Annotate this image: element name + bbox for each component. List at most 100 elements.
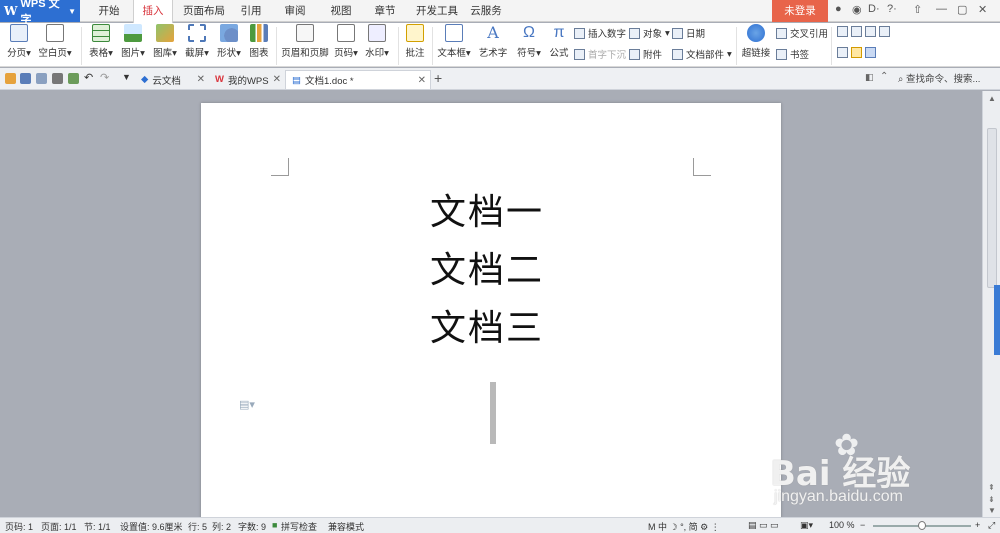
document-icon: ▤ [292, 74, 301, 86]
comment-button[interactable]: 批注 [402, 24, 428, 59]
view-mode-icon[interactable]: ▣▾ [800, 520, 813, 531]
table-button[interactable]: 表格▾ [86, 24, 116, 59]
share-icon[interactable]: D· [868, 3, 880, 15]
blank-page-button[interactable]: 空白页▾ [36, 24, 74, 59]
document-line-1[interactable]: 文档一 [430, 183, 560, 235]
close-tab-icon[interactable]: ✕ [273, 74, 281, 85]
document-page[interactable]: 文档一 文档二 文档三 ▤▾ [201, 103, 781, 523]
document-line-3[interactable]: 文档三 [430, 299, 560, 351]
tab-home[interactable]: 开始 [90, 0, 128, 22]
tab-page-layout[interactable]: 页面布局 [180, 0, 228, 22]
close-tab-icon[interactable]: ✕ [418, 75, 426, 86]
document-line-2[interactable]: 文档二 [430, 241, 560, 293]
eraser-icon [851, 47, 862, 58]
doc-tab-document1[interactable]: ▤ 文档1.doc * ✕ [285, 70, 431, 89]
doc-tab-cloud[interactable]: ◆ 云文档 ✕ [135, 70, 209, 89]
table-icon [92, 24, 110, 42]
object-button[interactable]: 对象 ▾ [629, 26, 670, 40]
shape-icon [220, 24, 238, 42]
cross-reference-icon [776, 27, 787, 39]
command-search-input[interactable]: ⌕ 查找命令、搜索... [898, 71, 980, 85]
status-col[interactable]: 列: 2 [212, 520, 231, 533]
textbox-button[interactable]: 文本框▾ [436, 24, 472, 59]
object-icon [629, 27, 640, 39]
insert-number-button[interactable]: 插入数字 [574, 26, 626, 40]
hyperlink-button[interactable]: 超链接 [740, 24, 772, 59]
status-page[interactable]: 页码: 1 [5, 520, 33, 533]
date-button[interactable]: 日期 [672, 26, 705, 40]
collapse-ribbon-icon[interactable]: ⌃ [880, 71, 888, 82]
tab-chapter[interactable]: 章节 [370, 0, 400, 22]
export-pdf-icon[interactable] [36, 73, 47, 84]
paste-options-icon[interactable]: ▤▾ [239, 398, 255, 411]
fit-icon[interactable]: ⤢ [988, 520, 995, 531]
minimize-icon[interactable]: — [936, 3, 947, 15]
next-page-icon[interactable]: ⇟ [988, 495, 995, 504]
symbol-button[interactable]: Ω 符号▾ [514, 24, 544, 59]
status-words[interactable]: 字数: 9 [238, 520, 266, 533]
status-spellcheck[interactable]: 拼写检查 [281, 520, 317, 533]
settings-icon[interactable]: ◉ [852, 3, 862, 16]
close-tab-icon[interactable]: ✕ [197, 74, 205, 85]
tab-view[interactable]: 视图 [326, 0, 356, 22]
zoom-slider-knob[interactable] [918, 521, 926, 530]
doc-parts-button[interactable]: 文档部件 ▾ [672, 47, 732, 61]
page-break-button[interactable]: 分页▾ [4, 24, 34, 59]
page-number-button[interactable]: 页码▾ [332, 24, 360, 59]
tab-insert[interactable]: 插入 [133, 0, 173, 23]
print-icon[interactable] [52, 73, 63, 84]
notify-icon[interactable]: ◧ [865, 72, 874, 83]
status-position[interactable]: 设置值: 9.6厘米 [120, 520, 183, 533]
open-folder-icon[interactable] [5, 73, 16, 84]
maximize-icon[interactable]: ▢ [957, 3, 967, 16]
login-button[interactable]: 未登录 [772, 0, 828, 22]
scroll-down-icon[interactable]: ▼ [988, 506, 996, 515]
shape-button[interactable]: 形状▾ [214, 24, 244, 59]
new-tab-icon[interactable]: + [434, 70, 442, 86]
scroll-thumb[interactable] [987, 128, 997, 288]
symbol-icon: Ω [523, 24, 535, 41]
undo-icon[interactable]: ↶ [84, 71, 95, 84]
status-compat-mode: 兼容模式 [328, 522, 365, 532]
save-icon[interactable] [20, 73, 31, 84]
tab-cloud[interactable]: 云服务 [466, 0, 506, 22]
status-row[interactable]: 行: 5 [188, 520, 207, 533]
doc-tab-mywps[interactable]: W 我的WPS ✕ [209, 70, 285, 89]
app-menu-button[interactable]: W WPS 文字 ▼ [0, 0, 80, 26]
bookmark-button[interactable]: 书签 [776, 47, 809, 61]
comment-icon [406, 24, 424, 42]
drop-cap-button[interactable]: 首字下沉 [574, 47, 626, 61]
redo-icon[interactable]: ↷ [100, 71, 111, 84]
screenshot-button[interactable]: 截屏▾ [182, 24, 212, 59]
prev-page-icon[interactable]: ⇞ [988, 483, 995, 492]
scroll-up-icon[interactable]: ▲ [988, 94, 996, 103]
form-controls-group[interactable] [837, 26, 890, 37]
customize-chevron-icon[interactable]: ▼ [122, 72, 133, 83]
side-panel-toggle[interactable] [994, 285, 1000, 355]
skin-icon[interactable]: ● [835, 3, 842, 15]
status-pages[interactable]: 页面: 1/1 [41, 520, 77, 533]
print-preview-icon[interactable] [68, 73, 79, 84]
header-footer-button[interactable]: 页眉和页脚 [280, 24, 330, 59]
zoom-level[interactable]: 100 % [829, 520, 855, 530]
attachment-button[interactable]: 附件 [629, 47, 662, 61]
restore-icon[interactable]: ⇧ [913, 3, 922, 16]
ime-toolbar[interactable]: M 中 ☽ °, 简 ⚙ ⋮ [648, 520, 720, 533]
cross-reference-button[interactable]: 交叉引用 [776, 26, 828, 40]
wordart-button[interactable]: A 艺术字 [476, 24, 510, 60]
form-tools-group[interactable] [837, 47, 876, 58]
formula-button[interactable]: π 公式 [546, 24, 572, 59]
zoom-out-icon[interactable]: − [860, 520, 865, 530]
watermark-button[interactable]: 水印▾ [362, 24, 392, 59]
help-icon[interactable]: ?· [887, 3, 897, 15]
tab-developer[interactable]: 开发工具 [412, 0, 462, 22]
status-section[interactable]: 节: 1/1 [84, 520, 111, 533]
chart-button[interactable]: 图表 [246, 24, 272, 59]
zoom-in-icon[interactable]: + [975, 520, 980, 530]
picture-button[interactable]: 图片▾ [118, 24, 148, 59]
close-icon[interactable]: ✕ [978, 3, 987, 16]
view-page-icon[interactable]: ▤ ▭ ▭ [748, 520, 779, 531]
tab-review[interactable]: 审阅 [280, 0, 310, 22]
gallery-button[interactable]: 图库▾ [150, 24, 180, 59]
tab-references[interactable]: 引用 [236, 0, 266, 22]
